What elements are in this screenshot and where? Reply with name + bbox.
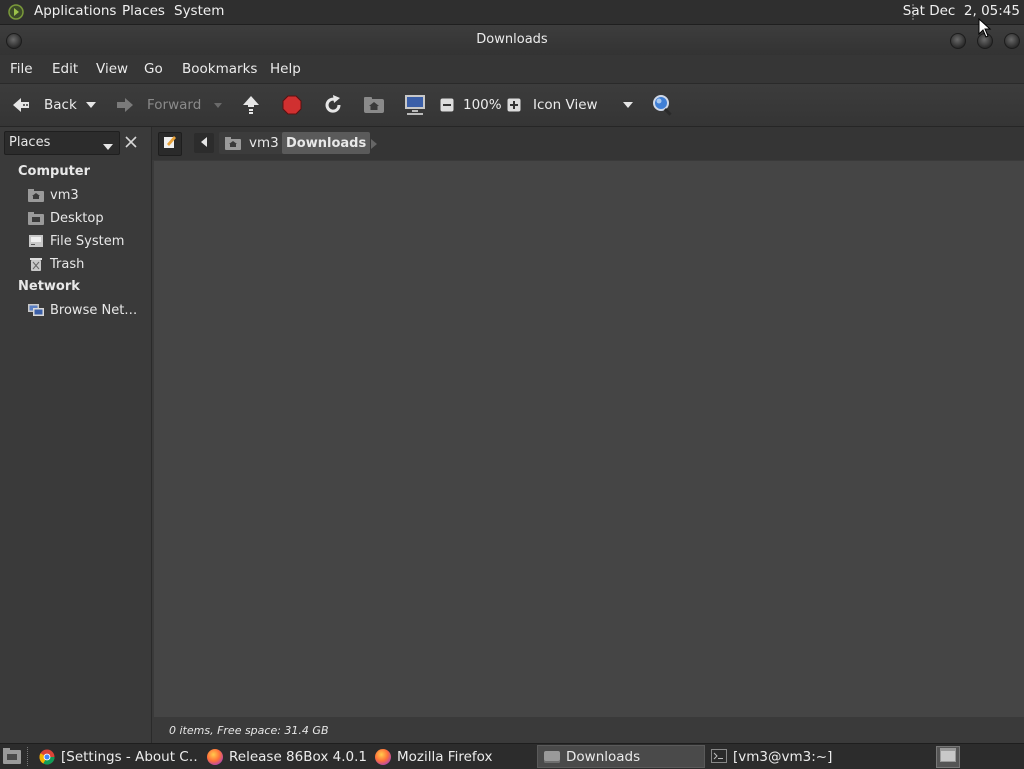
path-crumb-downloads[interactable]: Downloads <box>282 132 371 154</box>
sidebar-item-browse-network[interactable]: Browse Net… <box>28 300 137 320</box>
edit-location-icon <box>163 135 177 153</box>
places-menu[interactable]: Places <box>122 3 165 19</box>
system-menu[interactable]: System <box>174 3 224 19</box>
sidebar-item-label: vm3 <box>50 187 79 203</box>
trash-icon <box>28 257 44 271</box>
terminal-icon <box>711 748 727 765</box>
zoom-in-icon[interactable] <box>507 98 521 112</box>
menubar: File Edit View Go Bookmarks Help <box>0 55 1024 84</box>
view-mode-dropdown-icon[interactable] <box>621 99 635 111</box>
task-label: Downloads <box>566 748 641 765</box>
zoom-level[interactable]: 100% <box>463 97 502 113</box>
sidebar-item-label: Trash <box>50 256 85 272</box>
home-folder-icon[interactable] <box>363 95 385 115</box>
chevron-down-icon <box>103 140 113 155</box>
sidebar: Places Computer vm3 Desktop File System … <box>0 127 152 743</box>
menu-bookmarks[interactable]: Bookmarks <box>182 61 257 77</box>
forward-arrow-icon[interactable] <box>114 94 136 116</box>
close-button[interactable] <box>1004 33 1020 49</box>
search-icon[interactable] <box>651 93 675 117</box>
menu-go[interactable]: Go <box>144 61 163 77</box>
task-label: [Settings - About C… <box>61 748 198 765</box>
edit-location-button[interactable] <box>158 132 182 156</box>
top-panel: Applications Places System Sat Dec 2, 05… <box>0 0 1024 25</box>
location-bar: vm3 Downloads <box>152 127 1024 160</box>
menu-help[interactable]: Help <box>270 61 301 77</box>
view-mode-select[interactable]: Icon View <box>533 97 598 113</box>
workspace-icon <box>940 748 956 766</box>
minimize-button[interactable] <box>950 33 966 49</box>
drive-icon <box>28 234 44 248</box>
sidebar-item-trash[interactable]: Trash <box>28 254 84 274</box>
file-view[interactable] <box>154 161 1024 717</box>
back-history-dropdown-icon[interactable] <box>84 99 98 111</box>
firefox-icon <box>207 748 223 765</box>
task-mozilla-firefox[interactable]: Mozilla Firefox <box>369 745 534 768</box>
folder-icon <box>544 750 560 763</box>
network-icon <box>28 303 44 317</box>
sidebar-item-desktop[interactable]: Desktop <box>28 208 104 228</box>
distro-logo-icon[interactable] <box>8 4 24 20</box>
path-scroll-left-button[interactable] <box>194 133 214 153</box>
window-title: Downloads <box>476 32 548 47</box>
up-arrow-icon[interactable] <box>240 94 262 116</box>
sidebar-item-label: File System <box>50 233 125 249</box>
chrome-icon <box>39 749 55 765</box>
status-text: 0 items, Free space: 31.4 GB <box>169 724 329 737</box>
path-scroll-right-icon[interactable] <box>371 138 377 153</box>
applications-menu[interactable]: Applications <box>34 3 116 19</box>
show-desktop-icon[interactable] <box>2 747 22 765</box>
places-selector-label: Places <box>9 135 51 150</box>
home-folder-icon <box>225 136 241 150</box>
firefox-icon <box>375 748 391 765</box>
menu-view[interactable]: View <box>96 61 128 77</box>
window-titlebar[interactable]: Downloads <box>0 25 1024 55</box>
bottom-panel: [Settings - About C… Release 86Box 4.0.1… <box>0 743 1024 769</box>
menu-file[interactable]: File <box>10 61 33 77</box>
zoom-out-icon[interactable] <box>440 98 454 112</box>
sidebar-item-label: Browse Net… <box>50 302 138 318</box>
panel-separator <box>27 747 30 766</box>
toolbar: Back Forward 100% Icon View <box>0 84 1024 127</box>
clock[interactable]: Sat Dec 2, 05:45 <box>903 3 1020 19</box>
task-label: [vm3@vm3:~] <box>733 748 833 765</box>
desktop-folder-icon <box>28 211 44 225</box>
reload-icon[interactable] <box>322 94 344 116</box>
path-crumb-label: vm3 <box>249 135 279 151</box>
back-arrow-icon[interactable] <box>10 94 32 116</box>
task-release-86box[interactable]: Release 86Box 4.0.1 … <box>201 745 371 768</box>
task-terminal[interactable]: [vm3@vm3:~] <box>705 745 875 768</box>
section-heading-network: Network <box>18 279 80 294</box>
forward-history-dropdown-icon[interactable] <box>211 100 225 110</box>
stop-icon[interactable] <box>282 95 302 115</box>
sidebar-item-file-system[interactable]: File System <box>28 231 124 251</box>
menu-edit[interactable]: Edit <box>52 61 78 77</box>
back-button[interactable]: Back <box>44 97 77 113</box>
close-sidebar-icon[interactable] <box>124 135 138 149</box>
computer-icon[interactable] <box>404 94 426 116</box>
task-downloads[interactable]: Downloads <box>537 745 705 768</box>
workspace-switcher[interactable] <box>936 746 960 768</box>
task-label: Release 86Box 4.0.1 … <box>229 748 371 765</box>
sidebar-item-vm3[interactable]: vm3 <box>28 185 79 205</box>
places-selector[interactable]: Places <box>4 131 120 155</box>
task-label: Mozilla Firefox <box>397 748 493 765</box>
path-crumb-vm3[interactable]: vm3 <box>219 132 285 154</box>
forward-button[interactable]: Forward <box>147 97 201 113</box>
status-bar: 0 items, Free space: 31.4 GB <box>154 718 1024 743</box>
home-folder-icon <box>28 188 44 202</box>
sidebar-item-label: Desktop <box>50 210 104 226</box>
section-heading-computer: Computer <box>18 164 91 179</box>
task-settings-about[interactable]: [Settings - About C… <box>33 745 198 768</box>
mouse-cursor-icon <box>978 17 992 38</box>
path-crumb-label: Downloads <box>286 135 367 151</box>
chevron-left-icon <box>201 136 207 151</box>
